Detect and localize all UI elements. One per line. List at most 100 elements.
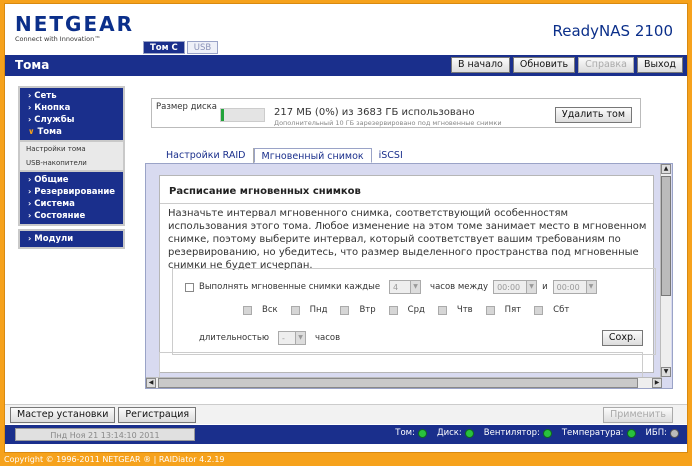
status-label: ИБП: — [645, 428, 667, 438]
scroll-up-icon[interactable]: ▲ — [661, 164, 671, 174]
day-checkbox[interactable] — [340, 305, 350, 315]
day-label: Срд — [407, 305, 425, 315]
sidebar-item-shares[interactable]: › Общие — [20, 174, 123, 186]
sidebar-item-button[interactable]: › Кнопка — [20, 102, 123, 114]
sidebar-item-backup[interactable]: › Резервирование — [20, 186, 123, 198]
chevron-right-icon: › — [28, 199, 32, 208]
logo-tagline: Connect with Innovation™ — [15, 35, 101, 43]
status-label: Диск: — [436, 428, 462, 438]
setup-wizard-button[interactable]: Мастер установки — [10, 407, 116, 423]
chevron-right-icon: › — [28, 115, 32, 124]
product-name: ReadyNAS 2100 — [552, 22, 673, 40]
from-time-value: 00:00 — [497, 282, 521, 292]
day-label: Пят — [504, 305, 522, 315]
enable-snapshot-checkbox[interactable] — [185, 282, 194, 292]
status-temperature[interactable]: Температура: — [562, 428, 636, 438]
tab-usb[interactable]: USB — [186, 41, 219, 54]
status-disk[interactable]: Диск: — [437, 428, 474, 438]
register-button[interactable]: Регистрация — [118, 407, 197, 423]
status-bar: Пнд Ноя 21 13:14:10 2011 Том: Диск: Вент… — [5, 425, 687, 444]
day-thu: Чтв — [437, 305, 473, 315]
sidebar-item-services[interactable]: › Службы — [20, 114, 123, 126]
status-led-icon — [626, 428, 636, 438]
save-button[interactable]: Сохр. — [601, 330, 643, 346]
disk-usage-panel: Размер диска 217 МБ (0%) из 3683 ГБ испо… — [151, 98, 641, 128]
day-tue: Втр — [340, 305, 376, 315]
horizontal-scrollbar[interactable]: ◀ ▶ — [146, 377, 662, 388]
content-tabs: Настройки RAID Мгновенный снимок iSCSI — [159, 148, 410, 163]
day-checkbox[interactable] — [437, 305, 447, 315]
hours-between-label: часов между — [430, 282, 489, 292]
sidebar-group-more: › Общие › Резервирование › Система › Состоян… — [18, 170, 125, 226]
status-label: Вентилятор: — [483, 428, 540, 438]
scroll-right-icon[interactable]: ▶ — [652, 378, 662, 388]
sidebar-item-modules[interactable]: › Модули — [20, 233, 123, 245]
apply-button[interactable]: Применить — [603, 407, 673, 423]
day-checkbox[interactable] — [485, 305, 495, 315]
sidebar-subitem-usb-storage[interactable]: USB-накопители — [18, 156, 125, 170]
refresh-button[interactable]: Обновить — [512, 57, 576, 73]
volume-tabs: Том C USB — [143, 41, 219, 54]
footer-right-buttons: Применить — [603, 407, 673, 423]
delete-volume-button[interactable]: Удалить том — [554, 107, 632, 123]
day-checkbox[interactable] — [290, 305, 300, 315]
chevron-right-icon: › — [28, 103, 32, 112]
status-volume[interactable]: Том: — [395, 428, 427, 438]
sidebar-subitem-volume-settings[interactable]: Настройки тома — [18, 142, 125, 156]
interval-select[interactable]: 4 ▼ — [389, 280, 422, 294]
scroll-thumb[interactable] — [158, 378, 638, 388]
tab-iscsi[interactable]: iSCSI — [372, 148, 410, 163]
scroll-thumb[interactable] — [661, 176, 671, 296]
logout-button[interactable]: Выход — [636, 57, 683, 73]
day-mon: Пнд — [290, 305, 327, 315]
scroll-down-icon[interactable]: ▼ — [661, 367, 671, 377]
hours-label: часов — [315, 333, 341, 343]
duration-row: длительностью - ▼ часов — [199, 331, 340, 345]
status-label: Температура: — [561, 428, 624, 438]
sidebar-group-main: › Сеть › Кнопка › Службы ∨ Тома — [18, 86, 125, 142]
disk-size-label: Размер диска — [156, 102, 218, 112]
tab-raid-settings[interactable]: Настройки RAID — [159, 148, 254, 163]
sidebar-item-label: Модули — [34, 234, 74, 244]
chevron-right-icon: › — [28, 187, 32, 196]
logo-text: NETGEAR — [15, 12, 134, 36]
day-checkbox[interactable] — [534, 305, 544, 315]
sidebar-item-volumes[interactable]: ∨ Тома — [20, 126, 123, 138]
chevron-down-icon: ▼ — [526, 281, 537, 293]
from-time-select[interactable]: 00:00 ▼ — [493, 280, 538, 294]
day-wed: Срд — [388, 305, 425, 315]
sidebar-group-modules: › Модули — [18, 229, 125, 249]
home-button[interactable]: В начало — [450, 57, 510, 73]
day-sat: Сбт — [534, 305, 569, 315]
sidebar-item-system[interactable]: › Система — [20, 198, 123, 210]
status-fan[interactable]: Вентилятор: — [484, 428, 552, 438]
day-label: Вск — [262, 305, 278, 315]
footer-left-buttons: Мастер установки Регистрация — [10, 407, 197, 423]
scroll-left-icon[interactable]: ◀ — [146, 378, 156, 388]
tab-snapshot[interactable]: Мгновенный снимок — [253, 148, 372, 163]
disk-reserved-text: Дополнительный 10 ГБ зарезервировано под… — [274, 119, 502, 127]
day-checkbox[interactable] — [388, 305, 398, 315]
vertical-scrollbar[interactable]: ▲ ▼ — [660, 164, 671, 377]
day-checkbox[interactable] — [243, 305, 252, 315]
status-label: Том: — [395, 428, 415, 438]
duration-select[interactable]: - ▼ — [278, 331, 307, 345]
app-frame: NETGEAR Connect with Innovation™ ReadyNA… — [4, 3, 688, 453]
weekdays-row: Вск Пнд Втр Срд Чтв Пят Сбт — [243, 305, 577, 315]
to-time-select[interactable]: 00:00 ▼ — [552, 280, 597, 294]
sidebar-item-label: Сеть — [34, 91, 57, 101]
sidebar-item-status[interactable]: › Состояние — [20, 210, 123, 222]
divider — [160, 203, 653, 204]
day-label: Сбт — [553, 305, 570, 315]
interval-value: 4 — [393, 282, 399, 292]
sidebar: › Сеть › Кнопка › Службы ∨ Тома Настройки то… — [18, 86, 125, 249]
duration-label: длительностью — [199, 333, 270, 343]
page-title: Тома — [15, 58, 50, 72]
tab-volume-c[interactable]: Том C — [143, 41, 185, 54]
help-button[interactable]: Справка — [578, 57, 634, 73]
snapshot-panel: Расписание мгновенных снимков Назначьте … — [145, 163, 673, 389]
sidebar-item-network[interactable]: › Сеть — [20, 90, 123, 102]
chevron-down-icon: ▼ — [585, 281, 596, 293]
sidebar-item-label: Кнопка — [34, 103, 71, 113]
status-ups[interactable]: ИБП: — [646, 428, 679, 438]
